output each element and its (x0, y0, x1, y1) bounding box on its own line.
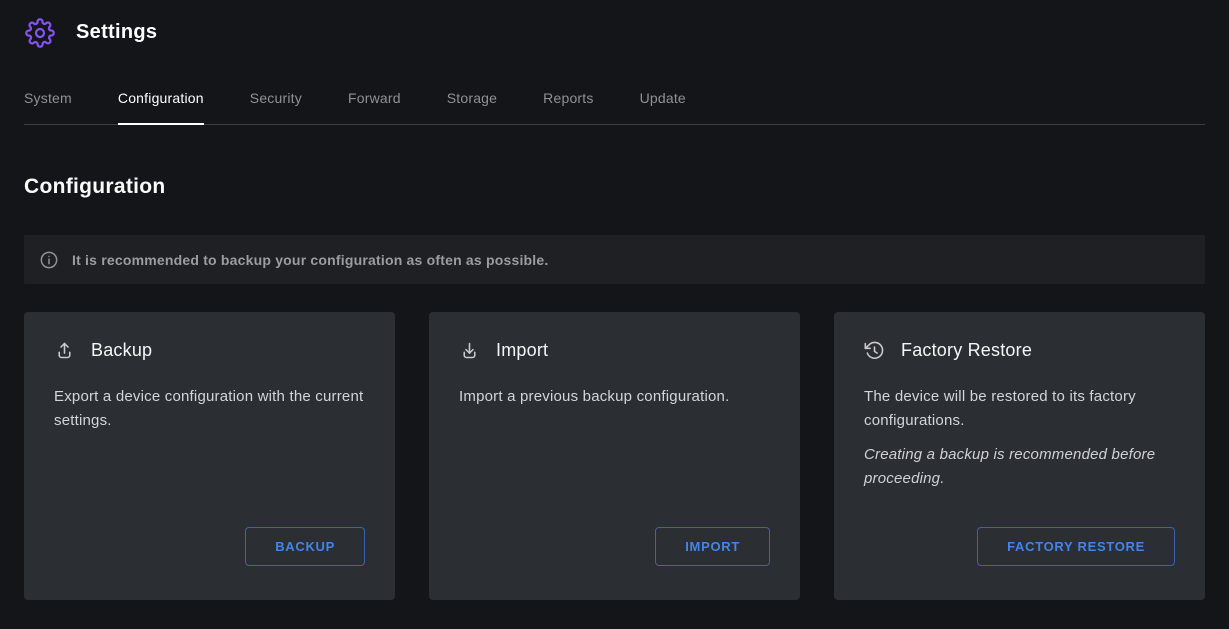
app-title: Settings (76, 21, 157, 44)
tab-system[interactable]: System (24, 90, 72, 125)
tab-storage[interactable]: Storage (447, 90, 497, 125)
settings-page: Settings System Configuration Security F… (0, 0, 1229, 629)
card-title: Backup (91, 340, 152, 361)
import-button[interactable]: IMPORT (655, 527, 770, 566)
import-card: Import Import a previous backup configur… (429, 312, 800, 600)
tab-security[interactable]: Security (250, 90, 302, 125)
factory-restore-button[interactable]: FACTORY RESTORE (977, 527, 1175, 566)
tab-reports[interactable]: Reports (543, 90, 593, 125)
section-title: Configuration (24, 175, 1205, 199)
factory-restore-card-header: Factory Restore (864, 340, 1175, 361)
info-banner-text: It is recommended to backup your configu… (72, 252, 548, 268)
card-description: Import a previous backup configuration. (459, 385, 770, 409)
download-icon (459, 340, 480, 361)
info-icon (39, 250, 59, 270)
card-description: Export a device configuration with the c… (54, 385, 365, 433)
backup-card: Backup Export a device configuration wit… (24, 312, 395, 600)
tab-update[interactable]: Update (640, 90, 686, 125)
card-title: Factory Restore (901, 340, 1032, 361)
configuration-cards: Backup Export a device configuration wit… (24, 312, 1205, 600)
card-description: The device will be restored to its facto… (864, 385, 1175, 433)
factory-restore-card: Factory Restore The device will be resto… (834, 312, 1205, 600)
card-title: Import (496, 340, 548, 361)
restore-icon (864, 340, 885, 361)
upload-icon (54, 340, 75, 361)
info-banner: It is recommended to backup your configu… (24, 235, 1205, 284)
page-header: Settings (24, 0, 1205, 50)
tab-configuration[interactable]: Configuration (118, 90, 204, 125)
backup-card-header: Backup (54, 340, 365, 361)
tab-forward[interactable]: Forward (348, 90, 401, 125)
import-card-header: Import (459, 340, 770, 361)
settings-gear-icon (24, 17, 56, 49)
settings-tabs: System Configuration Security Forward St… (24, 90, 1205, 125)
card-note: Creating a backup is recommended before … (864, 443, 1175, 491)
backup-button[interactable]: BACKUP (245, 527, 365, 566)
